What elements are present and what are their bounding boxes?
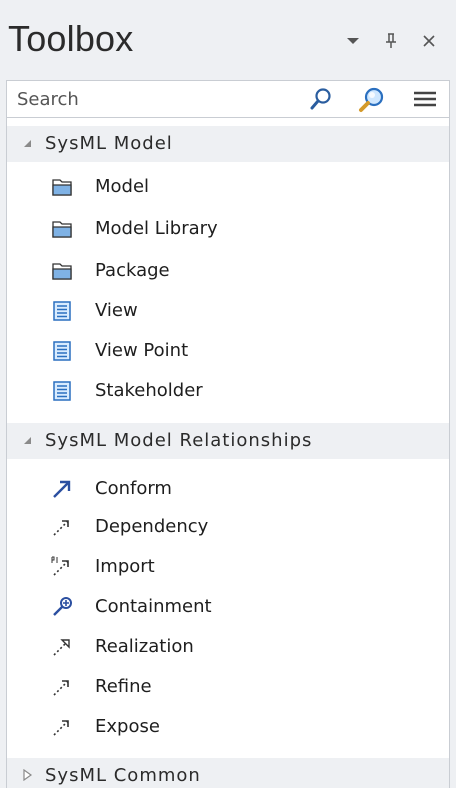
toolbox-item-refine[interactable]: Refine (7, 668, 449, 706)
expanded-triangle-icon (24, 437, 31, 444)
item-label: Package (95, 260, 170, 281)
import-arrow-icon (51, 556, 69, 576)
pin-button[interactable] (378, 28, 404, 54)
advanced-search-button[interactable] (357, 85, 385, 113)
toolbox-item-model-library[interactable]: Model Library (7, 210, 449, 248)
search-input[interactable] (7, 81, 287, 117)
toolbox-item-stakeholder[interactable]: Stakeholder (7, 372, 449, 410)
refine-arrow-icon (53, 680, 69, 696)
item-label: Dependency (95, 516, 209, 537)
toolbox-item-view[interactable]: View (7, 292, 449, 330)
model-library-folder-icon (52, 221, 72, 238)
toolbox-item-containment[interactable]: Containment (7, 588, 449, 626)
toolbox-item-view-point[interactable]: View Point (7, 332, 449, 370)
model-folder-icon (52, 179, 72, 196)
expose-arrow-icon (53, 720, 69, 736)
search-bar (6, 80, 450, 118)
group-label: SysML Common (45, 765, 201, 786)
containment-icon (53, 597, 72, 616)
pin-icon (386, 33, 396, 48)
item-label: Realization (95, 636, 194, 657)
realization-arrow-icon (53, 639, 70, 656)
panel-title: Toolbox (8, 18, 134, 59)
toolbox-item-import[interactable]: Import (7, 548, 449, 586)
group-label: SysML Model (45, 133, 173, 154)
package-folder-icon (52, 263, 72, 280)
item-label: Expose (95, 716, 160, 737)
toolbox-item-dependency[interactable]: Dependency (7, 508, 449, 546)
search-button[interactable] (307, 85, 335, 113)
viewpoint-icon (53, 341, 71, 361)
item-label: Model (95, 176, 150, 197)
toolbox-menu-button[interactable] (411, 85, 439, 113)
chevron-down-icon (347, 38, 359, 44)
dropdown-menu-button[interactable] (340, 28, 366, 54)
toolbox-item-conform[interactable]: Conform (7, 470, 449, 508)
hamburger-menu-icon (414, 91, 436, 107)
group-header-sysml-model[interactable]: SysML Model (7, 126, 449, 162)
item-label: Containment (95, 596, 212, 617)
group-header-sysml-model-relationships[interactable]: SysML Model Relationships (7, 423, 449, 459)
collapsed-triangle-icon (23, 769, 33, 781)
item-label: Refine (95, 676, 152, 697)
search-icon (310, 88, 331, 110)
item-label: Import (95, 556, 155, 577)
item-label: View (95, 300, 138, 321)
group-header-sysml-common[interactable]: SysML Common (7, 758, 449, 788)
item-label: Stakeholder (95, 380, 203, 401)
item-label: View Point (95, 340, 189, 361)
find-in-project-icon (359, 87, 384, 112)
close-icon (423, 35, 435, 47)
dependency-arrow-icon (53, 520, 69, 536)
close-button[interactable] (416, 28, 442, 54)
toolbox-item-expose[interactable]: Expose (7, 708, 449, 746)
toolbox-item-package[interactable]: Package (7, 252, 449, 290)
toolbox-content: SysML Model Model Model Library Package … (6, 118, 450, 788)
view-icon (53, 301, 71, 321)
toolbox-item-model[interactable]: Model (7, 168, 449, 206)
conform-arrow-icon (53, 480, 71, 498)
toolbox-item-realization[interactable]: Realization (7, 628, 449, 666)
item-label: Conform (95, 478, 172, 499)
toolbox-titlebar: Toolbox (0, 0, 456, 80)
expanded-triangle-icon (24, 140, 31, 147)
stakeholder-icon (53, 381, 71, 401)
group-label: SysML Model Relationships (45, 430, 313, 451)
item-label: Model Library (95, 218, 218, 239)
